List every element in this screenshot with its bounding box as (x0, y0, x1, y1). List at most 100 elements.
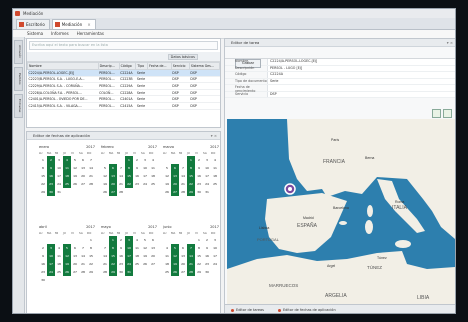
day-cell[interactable]: 20 (71, 260, 79, 268)
day-cell[interactable]: 31 (203, 188, 211, 196)
month-year[interactable]: 2017 (86, 224, 95, 231)
day-cell[interactable]: 2 (195, 156, 203, 164)
day-cell[interactable]: 3 (125, 236, 133, 244)
table-row[interactable]: C2401/A-PERSOL - OVIEDO POR DE... PERSOL.… (27, 95, 220, 103)
day-cell[interactable]: 13 (71, 252, 79, 260)
day-cell[interactable]: 9 (39, 252, 47, 260)
day-cell[interactable]: 30 (203, 268, 211, 276)
day-cell[interactable]: 15 (87, 252, 95, 260)
day-cell[interactable]: 10 (47, 252, 55, 260)
day-cell[interactable]: 10 (55, 164, 63, 172)
month-year[interactable]: 2017 (210, 224, 219, 231)
day-cell[interactable]: 30 (117, 268, 125, 276)
property-row[interactable]: Servicio DSP (225, 91, 455, 98)
day-cell[interactable]: 14 (187, 252, 195, 260)
day-cell[interactable]: 20 (179, 260, 187, 268)
column-header[interactable]: Fecha de... (147, 62, 172, 70)
search-input[interactable]: Escriba aquí el texto para buscar en la … (29, 41, 218, 50)
day-cell[interactable]: 11 (149, 164, 157, 172)
day-cell[interactable]: 29 (109, 268, 117, 276)
close-icon[interactable]: × (87, 22, 90, 27)
table-row[interactable]: C2415/A-PERSOL S.A. - VILAGA-... PERSOL..… (27, 102, 220, 110)
day-cell[interactable]: 5 (171, 244, 179, 252)
month-name[interactable]: febrero (101, 144, 114, 151)
day-cell[interactable]: 15 (187, 172, 195, 180)
day-cell[interactable]: 6 (171, 164, 179, 172)
day-cell[interactable]: 29 (87, 268, 95, 276)
day-cell[interactable]: 3 (55, 156, 63, 164)
day-cell[interactable]: 11 (133, 244, 141, 252)
tab-escritorio[interactable]: Escritorio (16, 19, 50, 29)
day-cell[interactable]: 12 (71, 164, 79, 172)
day-cell[interactable]: 1 (195, 236, 203, 244)
day-cell[interactable]: 7 (79, 244, 87, 252)
bottom-tab-editor[interactable]: Editor de tareas (231, 305, 264, 313)
day-cell[interactable]: 7 (187, 244, 195, 252)
day-cell[interactable]: 22 (195, 260, 203, 268)
day-cell[interactable]: 21 (179, 180, 187, 188)
day-cell[interactable]: 24 (211, 260, 219, 268)
day-cell[interactable]: 2 (47, 156, 55, 164)
day-cell[interactable]: 11 (163, 252, 171, 260)
tab-mediacion[interactable]: Mediación × (51, 19, 96, 29)
day-cell[interactable]: 19 (101, 180, 109, 188)
day-cell[interactable]: 7 (117, 164, 125, 172)
day-cell[interactable]: 11 (63, 164, 71, 172)
day-cell[interactable]: 4 (133, 236, 141, 244)
day-cell[interactable]: 16 (47, 172, 55, 180)
day-cell[interactable]: 26 (163, 188, 171, 196)
day-cell[interactable]: 4 (163, 244, 171, 252)
day-cell[interactable]: 18 (149, 172, 157, 180)
menu-item-informes[interactable]: Informes (51, 30, 69, 38)
day-cell[interactable]: 19 (163, 180, 171, 188)
day-cell[interactable]: 17 (211, 252, 219, 260)
day-cell[interactable]: 29 (195, 268, 203, 276)
menu-item-herramientas[interactable]: Herramientas (77, 30, 104, 38)
day-cell[interactable]: 23 (117, 260, 125, 268)
day-cell[interactable]: 6 (109, 164, 117, 172)
table-row[interactable]: C2229/A-PERSOL S.A. - CORUÑA... PERSOL...… (27, 82, 220, 90)
day-cell[interactable]: 4 (149, 156, 157, 164)
day-cell[interactable]: 28 (179, 188, 187, 196)
day-cell[interactable]: 31 (55, 188, 63, 196)
property-value[interactable]: DSP (267, 91, 455, 97)
day-cell[interactable]: 3 (211, 236, 219, 244)
day-cell[interactable]: 20 (109, 180, 117, 188)
month-name[interactable]: junio (163, 224, 172, 231)
day-cell[interactable]: 27 (179, 268, 187, 276)
day-cell[interactable]: 21 (117, 180, 125, 188)
day-cell[interactable]: 16 (203, 252, 211, 260)
day-cell[interactable]: 18 (163, 260, 171, 268)
day-cell[interactable]: 4 (55, 244, 63, 252)
day-cell[interactable]: 16 (117, 252, 125, 260)
day-cell[interactable]: 1 (109, 236, 117, 244)
day-cell[interactable]: 12 (163, 172, 171, 180)
column-header[interactable]: Descrip... (97, 62, 120, 70)
day-cell[interactable]: 9 (203, 244, 211, 252)
dock-button-almacen[interactable]: Almacén (14, 40, 23, 64)
column-header[interactable]: Tipo (135, 62, 149, 70)
day-cell[interactable]: 25 (211, 180, 219, 188)
pin-icon[interactable]: ▾ × (211, 132, 217, 139)
day-cell[interactable]: 21 (187, 260, 195, 268)
day-cell[interactable]: 13 (79, 164, 87, 172)
day-cell[interactable]: 17 (125, 252, 133, 260)
map-zoom-icon[interactable] (443, 109, 452, 118)
day-cell[interactable]: 12 (101, 172, 109, 180)
pin-icon[interactable]: ▾ × (447, 39, 453, 46)
day-cell[interactable]: 30 (47, 188, 55, 196)
day-cell[interactable]: 30 (39, 276, 47, 284)
day-cell[interactable]: 13 (171, 172, 179, 180)
day-cell[interactable]: 1 (39, 156, 47, 164)
day-cell[interactable]: 8 (87, 244, 95, 252)
day-cell[interactable]: 4 (211, 156, 219, 164)
month-name[interactable]: abril (39, 224, 47, 231)
day-cell[interactable]: 28 (79, 268, 87, 276)
day-cell[interactable]: 17 (55, 172, 63, 180)
day-cell[interactable]: 25 (163, 268, 171, 276)
day-cell[interactable]: 22 (125, 180, 133, 188)
day-cell[interactable]: 19 (141, 252, 149, 260)
column-header[interactable]: Sistema Ges... (188, 62, 220, 70)
day-cell[interactable]: 11 (55, 252, 63, 260)
day-cell[interactable]: 26 (171, 268, 179, 276)
